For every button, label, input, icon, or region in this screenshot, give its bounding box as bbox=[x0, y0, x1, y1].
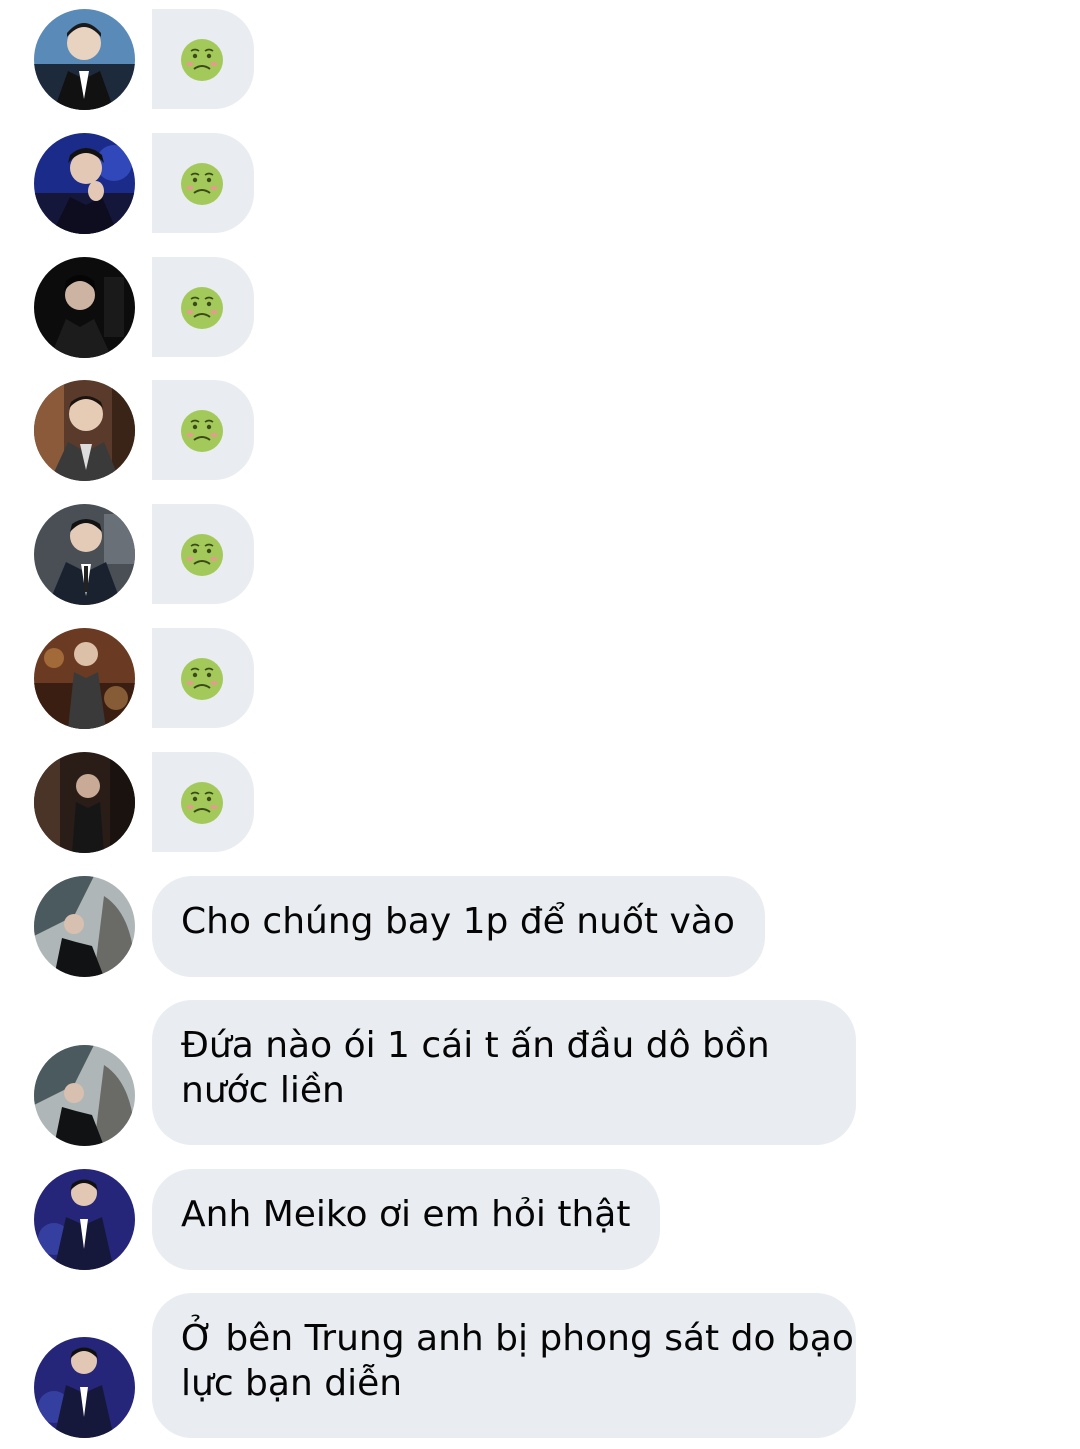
message-bubble[interactable] bbox=[152, 752, 254, 852]
nauseated-face-icon bbox=[181, 287, 223, 329]
avatar[interactable] bbox=[34, 876, 135, 977]
avatar[interactable] bbox=[34, 380, 135, 481]
message-bubble[interactable] bbox=[152, 380, 254, 480]
avatar[interactable] bbox=[34, 628, 135, 729]
avatar[interactable] bbox=[34, 1169, 135, 1270]
message-bubble[interactable] bbox=[152, 504, 254, 604]
avatar[interactable] bbox=[34, 504, 135, 605]
nauseated-face-icon bbox=[181, 658, 223, 700]
message-row bbox=[0, 9, 1080, 110]
avatar[interactable] bbox=[34, 9, 135, 110]
message-row bbox=[0, 133, 1080, 234]
message-bubble[interactable] bbox=[152, 9, 254, 109]
message-row bbox=[0, 752, 1080, 853]
message-text-line-1: Đứa nào ói 1 cái t ấn đầu dô bồn bbox=[181, 1025, 770, 1066]
avatar[interactable] bbox=[34, 752, 135, 853]
nauseated-face-icon bbox=[181, 410, 223, 452]
nauseated-face-icon bbox=[181, 163, 223, 205]
message-bubble[interactable]: Cho chúng bay 1p để nuốt vào bbox=[152, 876, 765, 977]
message-row: Đứa nào ói 1 cái t ấn đầu dô bồn nước li… bbox=[0, 1000, 1080, 1146]
message-row: Cho chúng bay 1p để nuốt vào bbox=[0, 876, 1080, 977]
message-bubble[interactable] bbox=[152, 257, 254, 357]
avatar[interactable] bbox=[34, 133, 135, 234]
message-text-line-1: Ở bên Trung anh bị phong sát do bạo bbox=[181, 1318, 854, 1359]
message-bubble[interactable] bbox=[152, 133, 254, 233]
nauseated-face-icon bbox=[181, 534, 223, 576]
nauseated-face-icon bbox=[181, 782, 223, 824]
message-text-line-2: lực bạn diễn bbox=[181, 1363, 403, 1404]
message-row: Anh Meiko ơi em hỏi thật bbox=[0, 1169, 1080, 1270]
message-bubble[interactable]: Đứa nào ói 1 cái t ấn đầu dô bồn nước li… bbox=[152, 1000, 856, 1145]
nauseated-face-icon bbox=[181, 39, 223, 81]
message-row bbox=[0, 628, 1080, 729]
avatar[interactable] bbox=[34, 1337, 135, 1438]
message-text: Anh Meiko ơi em hỏi thật bbox=[181, 1194, 631, 1235]
message-bubble[interactable]: Ở bên Trung anh bị phong sát do bạo lực … bbox=[152, 1293, 856, 1438]
message-row: Ở bên Trung anh bị phong sát do bạo lực … bbox=[0, 1293, 1080, 1438]
message-row bbox=[0, 504, 1080, 605]
message-text: Cho chúng bay 1p để nuốt vào bbox=[181, 901, 735, 942]
message-row bbox=[0, 380, 1080, 481]
avatar[interactable] bbox=[34, 257, 135, 358]
message-row bbox=[0, 257, 1080, 358]
avatar[interactable] bbox=[34, 1045, 135, 1146]
message-bubble[interactable] bbox=[152, 628, 254, 728]
message-text-line-2: nước liền bbox=[181, 1070, 345, 1111]
message-bubble[interactable]: Anh Meiko ơi em hỏi thật bbox=[152, 1169, 661, 1270]
